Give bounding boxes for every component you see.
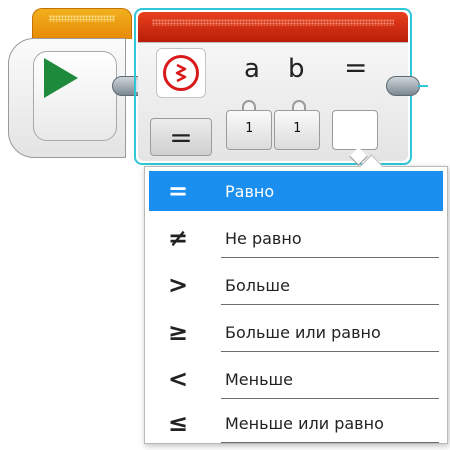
compare-block-icon[interactable] bbox=[156, 48, 206, 98]
compare-mode-symbol: = bbox=[169, 120, 193, 154]
compare-mode-dropdown: = Равно ≠ Не равно > Больше ≥ Больше или… bbox=[144, 154, 448, 444]
menu-item-greater-or-equal[interactable]: ≥ Больше или равно bbox=[149, 312, 443, 352]
not-equal-icon: ≠ bbox=[167, 224, 189, 252]
menu-item-not-equal[interactable]: ≠ Не равно bbox=[149, 218, 443, 258]
menu-item-equal[interactable]: = Равно bbox=[149, 171, 443, 211]
menu-item-greater[interactable]: > Больше bbox=[149, 265, 443, 305]
param-a-input[interactable]: 1 bbox=[226, 110, 272, 150]
menu-item-label: Меньше bbox=[207, 359, 443, 399]
equal-icon: = bbox=[167, 177, 189, 205]
compare-mode-button[interactable]: = bbox=[150, 118, 212, 156]
param-a-value: 1 bbox=[245, 121, 253, 136]
menu-item-label: Не равно bbox=[207, 218, 443, 258]
menu-item-label: Больше bbox=[207, 265, 443, 305]
start-block-body bbox=[8, 38, 126, 158]
greater-or-equal-icon: ≥ bbox=[167, 318, 189, 346]
result-label: = bbox=[344, 51, 368, 84]
less-or-equal-icon: ≤ bbox=[167, 409, 189, 437]
compare-wave-glyph bbox=[175, 63, 187, 83]
menu-item-label: Больше или равно bbox=[207, 312, 443, 352]
menu-item-less-or-equal[interactable]: ≤ Меньше или равно bbox=[149, 403, 443, 443]
compare-wave-icon bbox=[163, 55, 199, 91]
play-triangle-icon[interactable] bbox=[44, 58, 78, 98]
param-b-input[interactable]: 1 bbox=[274, 110, 320, 150]
param-b-value: 1 bbox=[293, 121, 301, 136]
menu-item-label: Меньше или равно bbox=[207, 403, 443, 443]
result-output-slot[interactable] bbox=[332, 110, 378, 150]
greater-than-icon: > bbox=[167, 271, 189, 299]
compare-block-header bbox=[138, 12, 408, 42]
menu-item-label: Равно bbox=[225, 181, 275, 201]
param-b-label: b bbox=[288, 54, 305, 84]
menu-item-less[interactable]: < Меньше bbox=[149, 359, 443, 399]
less-than-icon: < bbox=[167, 365, 189, 393]
start-block-header bbox=[32, 8, 132, 39]
param-a-label: a bbox=[244, 54, 260, 84]
output-wire-connector bbox=[386, 76, 428, 96]
